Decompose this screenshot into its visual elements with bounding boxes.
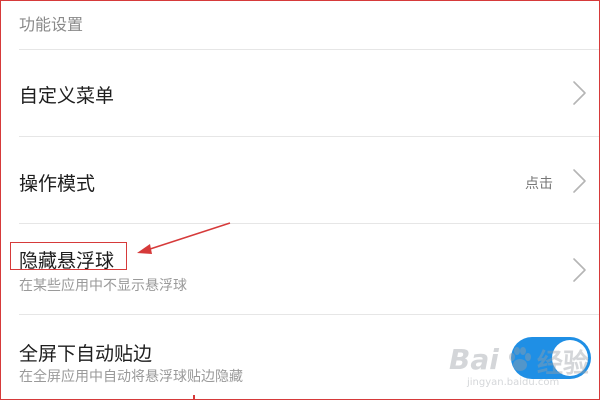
row-subtitle: 在某些应用中不显示悬浮球: [19, 278, 187, 294]
annotation-highlight-box: [10, 242, 127, 270]
row-custom-menu[interactable]: 自定义菜单: [1, 50, 599, 136]
watermark-suffix: 经验: [537, 349, 590, 379]
row-value: 点击: [525, 176, 553, 192]
chevron-right-icon: [573, 81, 586, 105]
settings-screen: 功能设置 自定义菜单 操作模式 点击 隐藏悬浮球 在某些应用中不显示悬浮球 全屏…: [0, 0, 600, 400]
annotation-mark: [193, 395, 195, 399]
row-subtitle: 在全屏应用中自动将悬浮球贴边隐藏: [19, 369, 243, 385]
row-title: 全屏下自动贴边: [19, 343, 153, 365]
section-header: 功能设置: [19, 15, 84, 34]
chevron-right-icon: [573, 169, 586, 193]
baidu-jingyan-watermark: Bai 经验 jingyan.baidu.com: [449, 339, 599, 399]
chevron-right-icon: [573, 258, 586, 282]
watermark-url: jingyan.baidu.com: [467, 377, 560, 388]
row-operation-mode[interactable]: 操作模式 点击: [1, 137, 599, 223]
row-title: 自定义菜单: [19, 85, 115, 107]
paw-icon: [509, 347, 531, 371]
watermark-brand: Bai: [449, 343, 499, 376]
row-title: 操作模式: [19, 173, 96, 195]
